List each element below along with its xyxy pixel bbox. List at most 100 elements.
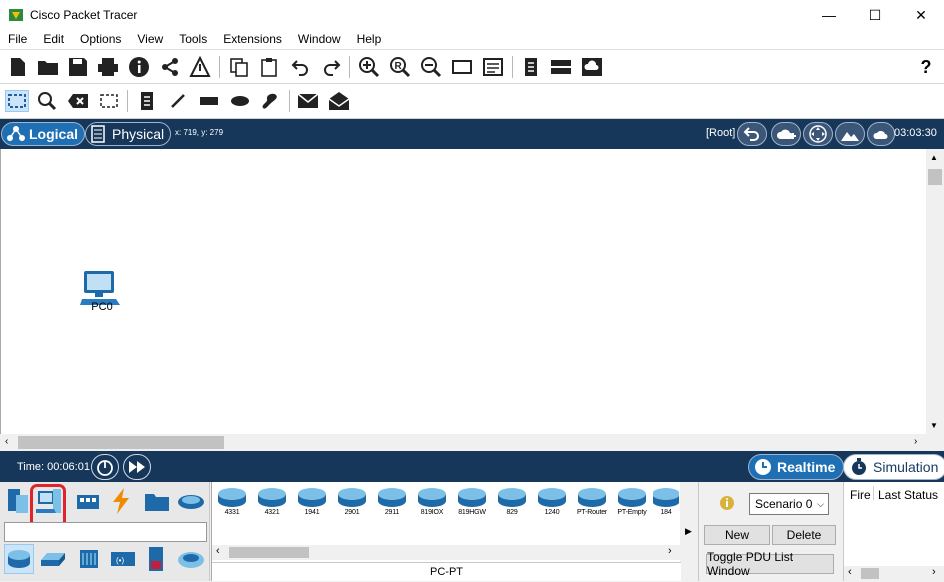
custom-device-dialog-icon[interactable]: [481, 56, 505, 78]
column-header-fire[interactable]: Fire: [850, 488, 871, 502]
device-model-scrollbar[interactable]: ‹ ›: [212, 545, 681, 560]
router-model-item[interactable]: 2901: [335, 486, 369, 520]
info-icon[interactable]: [127, 56, 151, 78]
router-model-item[interactable]: 4331: [215, 486, 249, 520]
scroll-right-icon[interactable]: ›: [668, 545, 672, 557]
place-note-icon[interactable]: [135, 90, 159, 112]
router-model-item[interactable]: 819HGW: [455, 486, 489, 520]
router-model-item[interactable]: 829: [495, 486, 529, 520]
close-button[interactable]: ✕: [898, 0, 944, 30]
scroll-right-icon[interactable]: ›: [914, 436, 917, 447]
scroll-up-icon[interactable]: ▲: [930, 153, 938, 162]
zoom-out-icon[interactable]: [419, 56, 443, 78]
scroll-left-icon[interactable]: ‹: [5, 436, 8, 447]
device-label[interactable]: PC0: [80, 301, 124, 313]
menu-options[interactable]: Options: [72, 30, 129, 49]
expand-arrow-icon[interactable]: ▶: [685, 526, 692, 537]
power-cycle-icon[interactable]: [91, 454, 119, 480]
realtime-tab[interactable]: Realtime: [748, 454, 845, 480]
help-button[interactable]: ?: [914, 56, 938, 78]
menu-edit[interactable]: Edit: [35, 30, 72, 49]
router-model-item[interactable]: PT-Router: [575, 486, 609, 520]
router-model-item[interactable]: 819IOX: [415, 486, 449, 520]
copy-icon[interactable]: [227, 56, 251, 78]
network-devices-icon[interactable]: [2, 486, 32, 516]
notes-icon[interactable]: [519, 56, 543, 78]
menu-tools[interactable]: Tools: [171, 30, 215, 49]
network-info-icon[interactable]: [158, 56, 182, 78]
delete-icon[interactable]: [66, 90, 90, 112]
security-icon[interactable]: [141, 544, 171, 574]
draw-rectangle-icon[interactable]: [197, 90, 221, 112]
menu-help[interactable]: Help: [349, 30, 390, 49]
scroll-thumb[interactable]: [229, 547, 309, 558]
category-search-field[interactable]: [4, 522, 207, 542]
palette-icon[interactable]: [450, 56, 474, 78]
multiuser-icon[interactable]: [176, 486, 206, 516]
back-icon[interactable]: [737, 122, 767, 146]
miscellaneous-icon[interactable]: [142, 486, 172, 516]
scroll-thumb[interactable]: [861, 568, 879, 579]
select-icon[interactable]: [5, 90, 29, 112]
wan-emulation-icon[interactable]: [176, 544, 206, 574]
activity-wizard-icon[interactable]: [188, 56, 212, 78]
scroll-left-icon[interactable]: ‹: [848, 566, 852, 578]
workspace-vertical-scrollbar[interactable]: ▲ ▼: [926, 149, 944, 434]
print-icon[interactable]: [96, 56, 120, 78]
draw-line-icon[interactable]: [166, 90, 190, 112]
server-icon[interactable]: [549, 56, 573, 78]
fast-forward-icon[interactable]: [123, 454, 151, 480]
new-cluster-icon[interactable]: [771, 122, 801, 146]
zoom-reset-icon[interactable]: R: [388, 56, 412, 78]
set-background-icon[interactable]: [835, 122, 865, 146]
inspect-icon[interactable]: [35, 90, 59, 112]
scroll-left-icon[interactable]: ‹: [216, 545, 220, 557]
viewport-icon[interactable]: [867, 122, 895, 146]
menu-window[interactable]: Window: [290, 30, 349, 49]
undo-icon[interactable]: [289, 56, 313, 78]
complex-pdu-icon[interactable]: [327, 90, 351, 112]
paste-icon[interactable]: [257, 56, 281, 78]
draw-ellipse-icon[interactable]: [228, 90, 252, 112]
toggle-pdu-list-button[interactable]: Toggle PDU List Window: [706, 550, 834, 578]
redo-icon[interactable]: [319, 56, 343, 78]
delete-scenario-button[interactable]: Delete: [772, 525, 836, 545]
router-model-item[interactable]: 1240: [535, 486, 569, 520]
root-breadcrumb[interactable]: [Root]: [706, 127, 735, 139]
components-icon[interactable]: [74, 486, 104, 516]
open-folder-icon[interactable]: [36, 56, 60, 78]
end-devices-icon[interactable]: [34, 486, 64, 516]
physical-tab[interactable]: Physical: [85, 122, 172, 146]
logical-workspace[interactable]: PC0: [0, 149, 926, 434]
column-header-last-status[interactable]: Last Status: [878, 488, 938, 502]
logical-tab[interactable]: Logical: [1, 122, 86, 146]
router-model-item[interactable]: 2911: [375, 486, 409, 520]
pdu-list-scrollbar[interactable]: ‹ ›: [844, 566, 944, 581]
menu-file[interactable]: File: [0, 30, 35, 49]
save-icon[interactable]: [66, 56, 90, 78]
new-file-icon[interactable]: [6, 56, 30, 78]
scroll-thumb[interactable]: [18, 436, 224, 449]
zoom-in-icon[interactable]: [357, 56, 381, 78]
panel-expand-toggle[interactable]: ▶: [681, 482, 698, 581]
minimize-button[interactable]: —: [806, 0, 852, 30]
menu-extensions[interactable]: Extensions: [215, 30, 290, 49]
resize-shape-icon[interactable]: [97, 90, 121, 112]
scroll-right-icon[interactable]: ›: [932, 566, 936, 578]
switches-icon[interactable]: [38, 544, 68, 574]
routers-icon[interactable]: [4, 544, 34, 574]
cloud-image-icon[interactable]: [580, 56, 604, 78]
router-model-item[interactable]: 1941: [295, 486, 329, 520]
simulation-tab[interactable]: Simulation: [843, 454, 944, 480]
connections-icon[interactable]: [106, 486, 136, 516]
new-scenario-button[interactable]: New: [704, 525, 770, 545]
router-model-item[interactable]: 184: [653, 486, 679, 520]
router-model-item[interactable]: 4321: [255, 486, 289, 520]
hubs-icon[interactable]: [74, 544, 104, 574]
scenario-select[interactable]: Scenario 0 ⌵: [749, 493, 829, 515]
simple-pdu-icon[interactable]: [296, 90, 320, 112]
scroll-thumb[interactable]: [928, 169, 942, 185]
scroll-down-icon[interactable]: ▼: [930, 421, 938, 430]
menu-view[interactable]: View: [129, 30, 171, 49]
move-object-icon[interactable]: [803, 122, 833, 146]
